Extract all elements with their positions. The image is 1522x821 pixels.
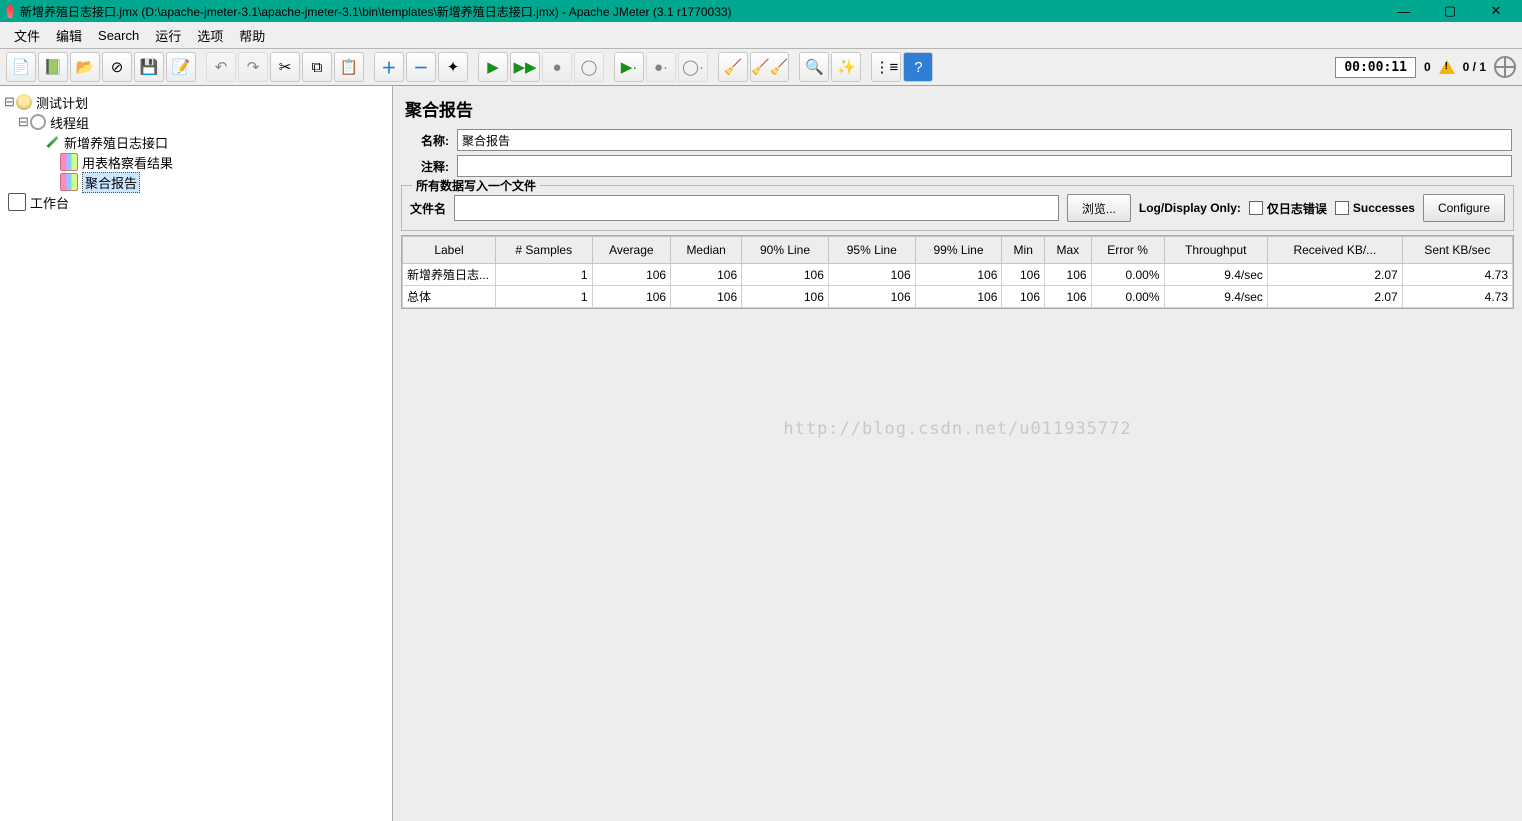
filename-label: 文件名 bbox=[410, 200, 446, 217]
configure-button[interactable]: Configure bbox=[1423, 194, 1505, 222]
warning-icon bbox=[1439, 60, 1455, 74]
menu-run[interactable]: 运行 bbox=[149, 24, 187, 47]
redo-button[interactable]: ↷ bbox=[238, 52, 268, 82]
open-button[interactable]: 📂 bbox=[70, 52, 100, 82]
col-throughput[interactable]: Throughput bbox=[1164, 237, 1267, 264]
listener-icon bbox=[60, 173, 78, 191]
tree-node-workbench[interactable]: 工作台 bbox=[4, 192, 388, 212]
col-min[interactable]: Min bbox=[1002, 237, 1045, 264]
col-median[interactable]: Median bbox=[671, 237, 742, 264]
col-p90[interactable]: 90% Line bbox=[742, 237, 829, 264]
expand-button[interactable]: ＋ bbox=[374, 52, 404, 82]
start-remote-button[interactable]: ▶· bbox=[614, 52, 644, 82]
table-row[interactable]: 总体11061061061061061061060.00%9.4/sec2.07… bbox=[403, 286, 1513, 308]
col-average[interactable]: Average bbox=[592, 237, 671, 264]
stop-button[interactable]: ● bbox=[542, 52, 572, 82]
menu-help[interactable]: 帮助 bbox=[233, 24, 271, 47]
toolbar: 📄 📗 📂 ⊘ 💾 📝 ↶ ↷ ✂ ⧉ 📋 ＋ － ✦ ▶ ▶▶ ● ◯ ▶· … bbox=[0, 49, 1522, 86]
name-input[interactable] bbox=[457, 129, 1512, 151]
warning-count: 0 bbox=[1424, 60, 1431, 74]
start-no-pause-button[interactable]: ▶▶ bbox=[510, 52, 540, 82]
menu-file[interactable]: 文件 bbox=[8, 24, 46, 47]
close-button[interactable]: ✕ bbox=[1482, 3, 1510, 19]
listener-icon bbox=[60, 153, 78, 171]
filename-input[interactable] bbox=[454, 195, 1059, 221]
paste-button[interactable]: 📋 bbox=[334, 52, 364, 82]
thread-group-icon bbox=[30, 114, 46, 130]
network-icon bbox=[1494, 56, 1516, 78]
minimize-button[interactable]: — bbox=[1390, 4, 1418, 19]
close-button-tb[interactable]: ⊘ bbox=[102, 52, 132, 82]
table-row[interactable]: 新增养殖日志...11061061061061061061060.00%9.4/… bbox=[403, 264, 1513, 286]
shutdown-remote-button[interactable]: ◯· bbox=[678, 52, 708, 82]
help-button[interactable]: ? bbox=[903, 52, 933, 82]
toggle-button[interactable]: ✦ bbox=[438, 52, 468, 82]
thread-count: 0 / 1 bbox=[1463, 60, 1486, 74]
col-max[interactable]: Max bbox=[1045, 237, 1092, 264]
write-results-legend: 所有数据写入一个文件 bbox=[412, 177, 540, 194]
col-p99[interactable]: 99% Line bbox=[915, 237, 1002, 264]
tree-node-threadgroup[interactable]: ⊟ 线程组 bbox=[4, 112, 388, 132]
save-button[interactable]: 💾 bbox=[134, 52, 164, 82]
start-button[interactable]: ▶ bbox=[478, 52, 508, 82]
menu-edit[interactable]: 编辑 bbox=[50, 24, 88, 47]
undo-button[interactable]: ↶ bbox=[206, 52, 236, 82]
test-plan-tree[interactable]: ⊟ 测试计划 ⊟ 线程组 新增养殖日志接口 用表格察看结果 聚合报告 工作台 bbox=[0, 86, 393, 821]
app-icon bbox=[6, 4, 14, 18]
sampler-icon bbox=[44, 134, 60, 150]
stop-remote-button[interactable]: ●· bbox=[646, 52, 676, 82]
tree-node-table-listener[interactable]: 用表格察看结果 bbox=[4, 152, 388, 172]
window-title: 新增养殖日志接口.jmx (D:\apache-jmeter-3.1\apach… bbox=[20, 3, 732, 20]
function-helper-button[interactable]: ⋮≡ bbox=[871, 52, 901, 82]
panel-title: 聚合报告 bbox=[393, 86, 1522, 127]
maximize-button[interactable]: ▢ bbox=[1436, 3, 1464, 19]
workbench-icon bbox=[8, 193, 26, 211]
save-as-button[interactable]: 📝 bbox=[166, 52, 196, 82]
log-display-only-label: Log/Display Only: bbox=[1139, 201, 1241, 215]
window-titlebar: 新增养殖日志接口.jmx (D:\apache-jmeter-3.1\apach… bbox=[0, 0, 1522, 22]
shutdown-button[interactable]: ◯ bbox=[574, 52, 604, 82]
comment-input[interactable] bbox=[457, 155, 1512, 177]
test-plan-icon bbox=[16, 94, 32, 110]
clear-button[interactable]: 🧹 bbox=[718, 52, 748, 82]
menu-options[interactable]: 选项 bbox=[191, 24, 229, 47]
tree-node-testplan[interactable]: ⊟ 测试计划 bbox=[4, 92, 388, 112]
new-button[interactable]: 📄 bbox=[6, 52, 36, 82]
clear-all-button[interactable]: 🧹🧹 bbox=[750, 52, 789, 82]
collapse-button[interactable]: － bbox=[406, 52, 436, 82]
tree-node-aggregate-report[interactable]: 聚合报告 bbox=[4, 172, 388, 192]
table-header-row: Label # Samples Average Median 90% Line … bbox=[403, 237, 1513, 264]
col-received[interactable]: Received KB/... bbox=[1267, 237, 1402, 264]
copy-button[interactable]: ⧉ bbox=[302, 52, 332, 82]
reset-search-button[interactable]: ✨ bbox=[831, 52, 861, 82]
name-label: 名称: bbox=[403, 132, 449, 149]
comment-label: 注释: bbox=[403, 158, 449, 175]
successes-checkbox[interactable]: Successes bbox=[1335, 201, 1415, 215]
col-error[interactable]: Error % bbox=[1091, 237, 1164, 264]
menu-bar: 文件 编辑 Search 运行 选项 帮助 bbox=[0, 22, 1522, 49]
templates-button[interactable]: 📗 bbox=[38, 52, 68, 82]
col-samples[interactable]: # Samples bbox=[496, 237, 593, 264]
col-sent[interactable]: Sent KB/sec bbox=[1402, 237, 1512, 264]
browse-button[interactable]: 浏览... bbox=[1067, 194, 1131, 222]
search-button[interactable]: 🔍 bbox=[799, 52, 829, 82]
tree-node-sampler[interactable]: 新增养殖日志接口 bbox=[4, 132, 388, 152]
cut-button[interactable]: ✂ bbox=[270, 52, 300, 82]
col-label[interactable]: Label bbox=[403, 237, 496, 264]
aggregate-report-panel: 聚合报告 名称: 注释: 所有数据写入一个文件 文件名 浏览... Log/Di… bbox=[393, 86, 1522, 821]
col-p95[interactable]: 95% Line bbox=[828, 237, 915, 264]
errors-only-checkbox[interactable]: 仅日志错误 bbox=[1249, 200, 1327, 217]
watermark-text: http://blog.csdn.net/u011935772 bbox=[393, 309, 1522, 821]
write-results-group: 所有数据写入一个文件 文件名 浏览... Log/Display Only: 仅… bbox=[401, 185, 1514, 231]
menu-search[interactable]: Search bbox=[92, 26, 145, 45]
results-table[interactable]: Label # Samples Average Median 90% Line … bbox=[401, 235, 1514, 309]
timer-display: 00:00:11 bbox=[1335, 57, 1416, 78]
